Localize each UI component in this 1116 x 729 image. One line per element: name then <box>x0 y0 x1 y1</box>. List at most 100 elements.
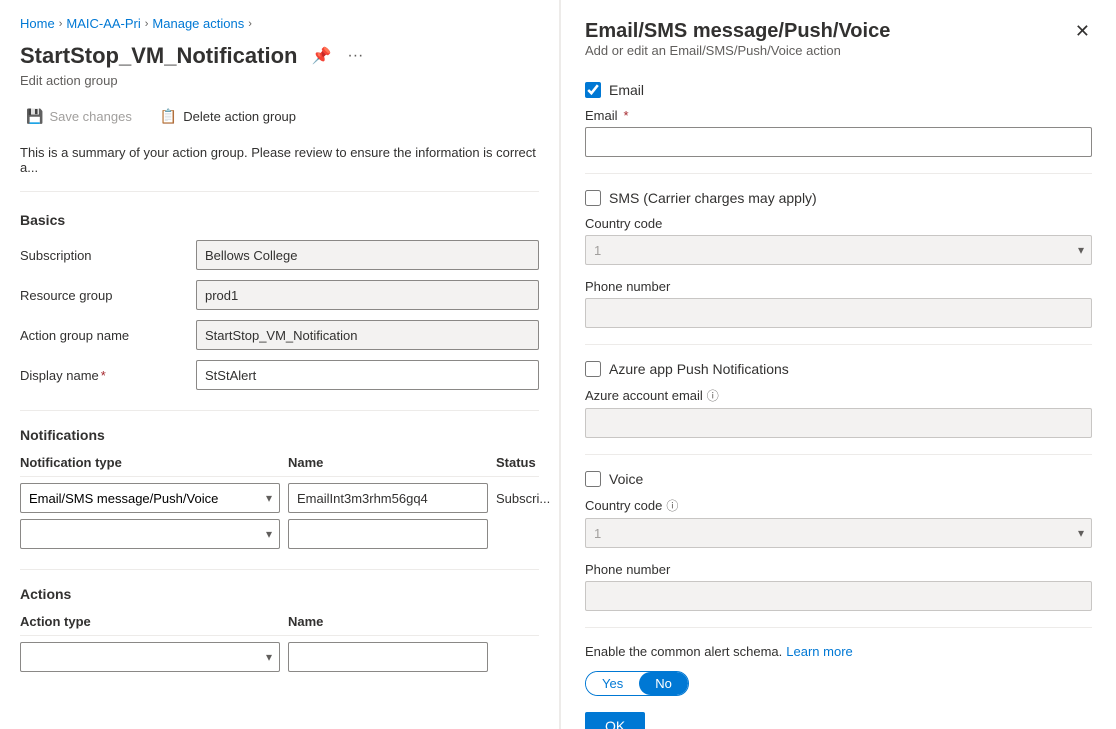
action-group-name-label: Action group name <box>20 328 180 343</box>
push-email-info-icon: ⓘ <box>707 387 719 404</box>
notification-status-1: Subscri... <box>496 491 550 506</box>
breadcrumb-sep-3: › <box>248 18 252 30</box>
breadcrumb-sep-2: › <box>145 18 149 30</box>
divider-2 <box>20 569 539 570</box>
sms-country-code-select[interactable]: 1 <box>585 235 1092 265</box>
panel-title: Email/SMS message/Push/Voice <box>585 20 890 43</box>
notification-type-select-wrapper-1: Email/SMS message/Push/Voice <box>20 483 280 513</box>
notification-name-input-1[interactable] <box>288 483 488 513</box>
basics-section-title: Basics <box>20 212 539 228</box>
voice-checkbox[interactable] <box>585 471 601 487</box>
voice-phone-row: Phone number <box>585 562 1092 611</box>
delete-label: Delete action group <box>183 109 296 124</box>
ok-button[interactable]: OK <box>585 712 645 729</box>
schema-row: Enable the common alert schema. Learn mo… <box>585 644 1092 659</box>
pin-icon[interactable]: 📌 <box>307 44 335 68</box>
display-name-input[interactable] <box>196 360 539 390</box>
sms-country-code-label: Country code <box>585 216 1092 231</box>
breadcrumb-sep-1: › <box>59 18 63 30</box>
email-checkbox-row: Email <box>585 82 1092 98</box>
action-type-select[interactable] <box>20 642 280 672</box>
save-icon: 💾 <box>26 108 43 125</box>
left-panel: Home › MAIC-AA-Pri › Manage actions › St… <box>0 0 560 729</box>
notifications-title: Notifications <box>20 427 539 443</box>
sms-divider <box>585 173 1092 174</box>
breadcrumb: Home › MAIC-AA-Pri › Manage actions › <box>20 16 539 31</box>
voice-country-code-label: Country code ⓘ <box>585 497 1092 514</box>
actions-col-type-header: Action type <box>20 614 280 629</box>
actions-header: Action type Name <box>20 614 539 636</box>
info-bar: This is a summary of your action group. … <box>20 145 539 192</box>
voice-country-code-info-icon: ⓘ <box>666 497 678 514</box>
voice-phone-input[interactable] <box>585 581 1092 611</box>
right-panel: Email/SMS message/Push/Voice Add or edit… <box>561 0 1116 729</box>
notification-type-select-1[interactable]: Email/SMS message/Push/Voice <box>20 483 280 513</box>
voice-checkbox-row: Voice <box>585 471 1092 487</box>
email-field-label: Email * <box>585 108 1092 123</box>
notification-type-select-wrapper-2 <box>20 519 280 549</box>
learn-more-link[interactable]: Learn more <box>786 644 852 659</box>
sms-checkbox-label[interactable]: SMS (Carrier charges may apply) <box>609 190 817 206</box>
more-options-icon[interactable]: ··· <box>343 45 367 67</box>
push-email-input[interactable] <box>585 408 1092 438</box>
notifications-header: Notification type Name Status <box>20 455 539 477</box>
voice-checkbox-label[interactable]: Voice <box>609 471 643 487</box>
page-title-icons: 📌 ··· <box>307 44 367 68</box>
actions-title: Actions <box>20 586 539 602</box>
action-name-input[interactable] <box>288 642 488 672</box>
notification-name-input-2[interactable] <box>288 519 488 549</box>
notification-row-2 <box>20 519 539 549</box>
sms-country-code-select-wrapper: 1 <box>585 235 1092 265</box>
action-row-1 <box>20 642 539 672</box>
action-type-select-wrapper <box>20 642 280 672</box>
sms-country-code-row: Country code 1 <box>585 216 1092 265</box>
push-email-label: Azure account email ⓘ <box>585 387 1092 404</box>
push-checkbox[interactable] <box>585 361 601 377</box>
page-title: StartStop_VM_Notification <box>20 43 297 69</box>
voice-country-code-row: Country code ⓘ 1 <box>585 497 1092 548</box>
email-required: * <box>624 108 629 123</box>
voice-divider <box>585 454 1092 455</box>
voice-phone-label: Phone number <box>585 562 1092 577</box>
save-changes-button[interactable]: 💾 Save changes <box>20 104 138 129</box>
divider-1 <box>20 410 539 411</box>
push-checkbox-row: Azure app Push Notifications <box>585 361 1092 377</box>
col-type-header: Notification type <box>20 455 280 470</box>
email-checkbox[interactable] <box>585 82 601 98</box>
breadcrumb-home[interactable]: Home <box>20 16 55 31</box>
notification-row-1: Email/SMS message/Push/Voice Subscri... <box>20 483 539 513</box>
subscription-label: Subscription <box>20 248 180 263</box>
email-input[interactable] <box>585 127 1092 157</box>
schema-toggle-group: Yes No <box>585 671 689 696</box>
sms-phone-input[interactable] <box>585 298 1092 328</box>
toggle-no-button[interactable]: No <box>639 672 688 695</box>
delete-icon: 📋 <box>160 108 177 125</box>
resource-group-label: Resource group <box>20 288 180 303</box>
breadcrumb-manage-actions[interactable]: Manage actions <box>152 16 244 31</box>
push-divider <box>585 344 1092 345</box>
col-status-header: Status <box>496 455 539 470</box>
push-checkbox-label[interactable]: Azure app Push Notifications <box>609 361 789 377</box>
notification-type-select-2[interactable] <box>20 519 280 549</box>
sms-phone-row: Phone number <box>585 279 1092 328</box>
toolbar: 💾 Save changes 📋 Delete action group <box>20 104 539 129</box>
email-checkbox-label[interactable]: Email <box>609 82 644 98</box>
panel-title-group: Email/SMS message/Push/Voice Add or edit… <box>585 20 890 78</box>
email-field-row: Email * <box>585 108 1092 157</box>
delete-action-group-button[interactable]: 📋 Delete action group <box>154 104 302 129</box>
sms-phone-label: Phone number <box>585 279 1092 294</box>
push-email-row: Azure account email ⓘ <box>585 387 1092 438</box>
voice-country-code-select-wrapper: 1 <box>585 518 1092 548</box>
sms-checkbox[interactable] <box>585 190 601 206</box>
toggle-yes-button[interactable]: Yes <box>586 672 639 695</box>
subscription-input <box>196 240 539 270</box>
close-button[interactable]: ✕ <box>1073 20 1092 42</box>
display-name-label: Display name* <box>20 368 180 383</box>
action-group-name-input <box>196 320 539 350</box>
display-name-required: * <box>101 368 106 383</box>
schema-divider <box>585 627 1092 628</box>
resource-group-input <box>196 280 539 310</box>
page-title-row: StartStop_VM_Notification 📌 ··· <box>20 43 539 69</box>
breadcrumb-maic[interactable]: MAIC-AA-Pri <box>66 16 140 31</box>
voice-country-code-select[interactable]: 1 <box>585 518 1092 548</box>
